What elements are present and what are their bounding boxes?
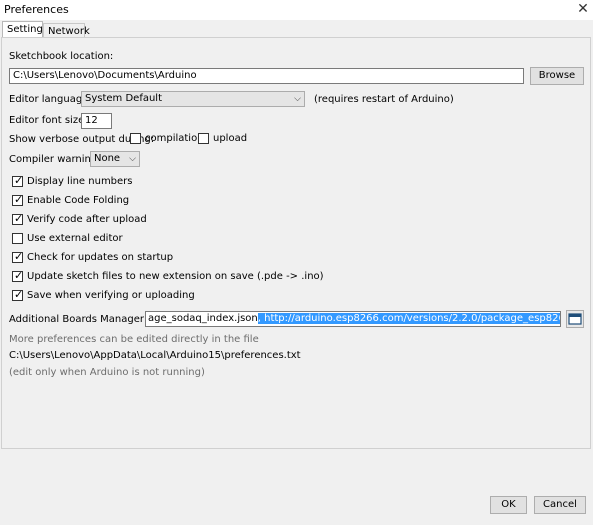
option-check-updates[interactable]: ✓ Check for updates on startup: [12, 250, 174, 263]
editor-language-note: (requires restart of Arduino): [314, 94, 454, 105]
checkbox[interactable]: [130, 133, 141, 144]
verbose-upload-label: upload: [213, 133, 248, 144]
option-enable-code-folding[interactable]: ✓ Enable Code Folding: [12, 193, 130, 206]
check-icon: ✓: [14, 193, 24, 206]
check-icon: ✓: [14, 288, 24, 301]
boards-urls-text: age_sodaq_index.json: [148, 313, 258, 324]
checkbox[interactable]: ✓: [12, 193, 24, 206]
edit-note: (edit only when Arduino is not running): [9, 367, 205, 378]
compiler-warnings-value: None: [94, 153, 121, 164]
check-icon: ✓: [14, 269, 24, 282]
editor-language-select[interactable]: System Default ⌵: [81, 91, 305, 107]
boards-urls-input[interactable]: age_sodaq_index.json, http://arduino.esp…: [145, 311, 561, 327]
verbose-compilation-label: compilation: [145, 133, 204, 144]
chevron-down-icon: ⌵: [129, 154, 136, 164]
option-save-when-verifying[interactable]: ✓ Save when verifying or uploading: [12, 288, 195, 301]
option-label: Update sketch files to new extension on …: [27, 271, 324, 282]
editor-language-value: System Default: [85, 93, 163, 104]
cancel-button[interactable]: Cancel: [534, 496, 586, 514]
option-label: Display line numbers: [27, 176, 133, 187]
prefs-path[interactable]: C:\Users\Lenovo\AppData\Local\Arduino15\…: [9, 350, 301, 361]
check-icon: ✓: [14, 212, 24, 225]
option-display-line-numbers[interactable]: ✓ Display line numbers: [12, 174, 133, 187]
option-verify-after-upload[interactable]: ✓ Verify code after upload: [12, 212, 147, 225]
checkbox[interactable]: [12, 233, 23, 244]
checkbox[interactable]: [198, 133, 209, 144]
option-label: Check for updates on startup: [27, 252, 174, 263]
chevron-down-icon: ⌵: [294, 94, 301, 104]
option-label: Verify code after upload: [27, 214, 147, 225]
window-icon: [568, 313, 582, 325]
option-label: Enable Code Folding: [27, 195, 130, 206]
checkbox[interactable]: ✓: [12, 250, 24, 263]
boards-urls-selection: , http://arduino.esp8266.com/versions/2.…: [257, 313, 560, 324]
option-label: Use external editor: [27, 233, 123, 244]
sketchbook-label: Sketchbook location:: [9, 51, 114, 62]
font-size-input[interactable]: 12: [81, 113, 112, 129]
close-icon[interactable]: ✕: [576, 1, 590, 17]
editor-language-label: Editor language:: [9, 94, 92, 105]
option-label: Save when verifying or uploading: [27, 290, 195, 301]
sketchbook-input[interactable]: C:\Users\Lenovo\Documents\Arduino: [9, 68, 524, 84]
checkbox[interactable]: ✓: [12, 212, 24, 225]
font-size-label: Editor font size:: [9, 115, 88, 126]
verbose-compilation[interactable]: compilation: [130, 133, 204, 144]
verbose-upload[interactable]: upload: [198, 133, 247, 144]
browse-button[interactable]: Browse: [530, 67, 584, 85]
window-title: Preferences: [4, 3, 69, 16]
checkbox[interactable]: ✓: [12, 288, 24, 301]
check-icon: ✓: [14, 174, 24, 187]
ok-button[interactable]: OK: [490, 496, 527, 514]
checkbox[interactable]: ✓: [12, 174, 24, 187]
more-prefs-note: More preferences can be edited directly …: [9, 334, 259, 345]
option-use-external-editor[interactable]: Use external editor: [12, 233, 123, 244]
title-bar: [0, 0, 593, 20]
option-update-extension[interactable]: ✓ Update sketch files to new extension o…: [12, 269, 324, 282]
compiler-warnings-select[interactable]: None ⌵: [90, 151, 140, 167]
check-icon: ✓: [14, 250, 24, 263]
edit-urls-button[interactable]: [566, 310, 584, 328]
checkbox[interactable]: ✓: [12, 269, 24, 282]
